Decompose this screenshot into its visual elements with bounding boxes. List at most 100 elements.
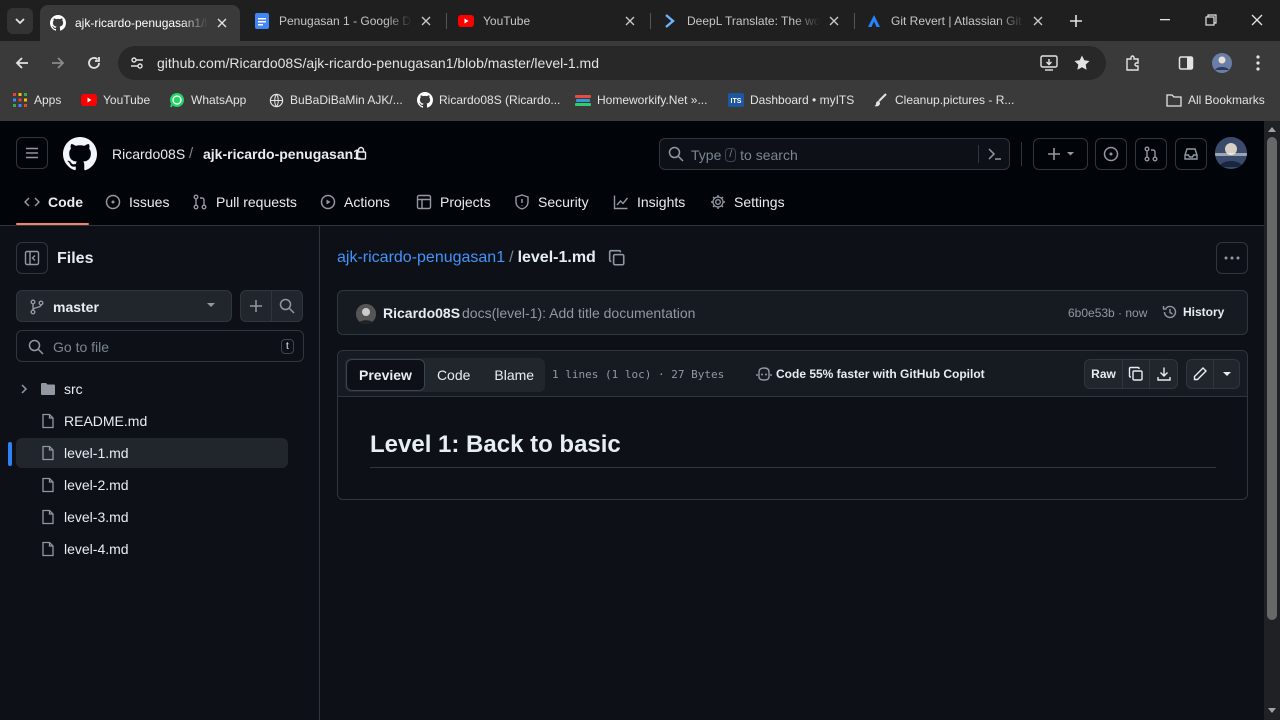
repo-owner-link[interactable]: Ricardo08S xyxy=(112,146,185,162)
forward-button[interactable] xyxy=(44,49,72,77)
address-bar[interactable]: github.com/Ricardo08S/ajk-ricardo-penuga… xyxy=(118,46,1106,80)
commit-author-avatar[interactable] xyxy=(356,304,376,324)
view-mode-tabs: Preview Code Blame xyxy=(346,359,546,391)
go-to-file-input[interactable]: Go to file t xyxy=(16,330,304,362)
scroll-up-arrow-icon[interactable] xyxy=(1268,126,1276,132)
all-bookmarks[interactable]: All Bookmarks xyxy=(1166,92,1265,108)
extensions-button[interactable] xyxy=(1119,49,1147,77)
commit-author[interactable]: Ricardo08S xyxy=(383,305,460,321)
repo-tab-code[interactable]: Code xyxy=(24,186,83,218)
search-input[interactable]: Type / to search xyxy=(659,138,1010,170)
tree-item-level-1[interactable]: level-1.md xyxy=(16,438,288,468)
sidebar-collapse-icon xyxy=(24,250,40,266)
raw-button[interactable]: Raw xyxy=(1085,360,1123,388)
bookmark-whatsapp[interactable]: WhatsApp xyxy=(169,92,246,108)
chevron-right-icon[interactable] xyxy=(16,381,32,397)
bookmark-label: WhatsApp xyxy=(191,93,247,107)
edit-options-dropdown[interactable] xyxy=(1214,360,1239,388)
tree-item-readme[interactable]: README.md xyxy=(16,406,288,436)
scrollbar-thumb[interactable] xyxy=(1267,137,1277,620)
pull-requests-button[interactable] xyxy=(1135,138,1167,170)
browser-menu-button[interactable] xyxy=(1244,49,1272,77)
edit-file-button[interactable] xyxy=(1187,360,1214,388)
tree-item-src[interactable]: src xyxy=(16,374,288,404)
commit-message[interactable]: docs(level-1): Add title documentation xyxy=(462,305,695,321)
copy-path-icon[interactable] xyxy=(608,249,626,267)
file-icon xyxy=(40,477,56,493)
browser-tab-youtube[interactable]: YouTube xyxy=(448,5,648,36)
bookmark-cleanup[interactable]: Cleanup.pictures - R... xyxy=(873,92,1014,108)
global-nav-menu-button[interactable] xyxy=(16,137,48,169)
repo-tab-pull-requests[interactable]: Pull requests xyxy=(192,186,297,218)
bookmark-apps[interactable]: Apps xyxy=(12,92,61,108)
header-divider xyxy=(1021,142,1022,166)
repo-name-link[interactable]: ajk-ricardo-penugasan1 xyxy=(203,146,361,162)
new-tab-button[interactable] xyxy=(1065,10,1087,32)
bookmark-myits[interactable]: ITS Dashboard • myITS xyxy=(728,92,854,108)
tab-title: Penugasan 1 - Google Dc xyxy=(279,13,412,28)
minimize-button[interactable] xyxy=(1143,0,1189,40)
tab-search-button[interactable] xyxy=(7,8,33,34)
preview-tab[interactable]: Preview xyxy=(346,359,425,391)
apps-grid-icon xyxy=(12,92,28,108)
history-button[interactable]: History xyxy=(1162,304,1224,320)
blame-tab[interactable]: Blame xyxy=(482,359,546,391)
brush-icon xyxy=(873,92,889,108)
browser-tab-deepl[interactable]: DeepL Translate: The wor xyxy=(652,5,852,36)
command-palette-icon[interactable] xyxy=(987,146,1003,162)
install-app-icon[interactable] xyxy=(1039,53,1059,73)
restore-button[interactable] xyxy=(1188,0,1234,40)
repo-tab-insights[interactable]: Insights xyxy=(613,186,685,218)
browser-tab-github[interactable]: ajk-ricardo-penugasan1/l xyxy=(40,5,240,41)
close-icon[interactable] xyxy=(622,13,638,29)
reload-button[interactable] xyxy=(80,49,108,77)
tree-item-level-4[interactable]: level-4.md xyxy=(16,534,288,564)
bookmark-star-icon[interactable] xyxy=(1072,53,1092,73)
commit-sha-time[interactable]: 6b0e53b · now xyxy=(1068,306,1147,320)
search-suffix: to search xyxy=(740,147,798,163)
bookmark-homeworkify[interactable]: Homeworkify.Net »... xyxy=(575,92,707,108)
repo-tab-issues[interactable]: Issues xyxy=(105,186,169,218)
search-divider xyxy=(978,145,979,163)
inbox-button[interactable] xyxy=(1175,138,1207,170)
tree-item-level-2[interactable]: level-2.md xyxy=(16,470,288,500)
repo-tab-projects[interactable]: Projects xyxy=(416,186,491,218)
repo-tab-settings[interactable]: Settings xyxy=(710,186,785,218)
breadcrumb-repo-link[interactable]: ajk-ricardo-penugasan1 xyxy=(337,249,505,266)
add-file-button[interactable] xyxy=(240,290,272,322)
copy-raw-button[interactable] xyxy=(1123,360,1150,388)
tree-item-level-3[interactable]: level-3.md xyxy=(16,502,288,532)
close-icon[interactable] xyxy=(826,13,842,29)
deepl-icon xyxy=(662,13,678,29)
profile-button[interactable] xyxy=(1208,49,1236,77)
more-options-button[interactable] xyxy=(1216,242,1248,274)
close-window-button[interactable] xyxy=(1234,0,1280,40)
repo-tab-security[interactable]: Security xyxy=(514,186,589,218)
close-icon[interactable] xyxy=(1030,13,1046,29)
close-icon[interactable] xyxy=(418,13,434,29)
bookmark-bubadibamin[interactable]: BuBaDiBaMin AJK/... xyxy=(268,92,403,108)
user-avatar[interactable] xyxy=(1215,137,1247,169)
branch-selector[interactable]: master xyxy=(16,290,232,322)
scroll-down-arrow-icon[interactable] xyxy=(1268,708,1276,714)
issues-button[interactable] xyxy=(1095,138,1127,170)
repo-tab-actions[interactable]: Actions xyxy=(320,186,390,218)
browser-tab-google-docs[interactable]: Penugasan 1 - Google Dc xyxy=(244,5,444,36)
code-tab[interactable]: Code xyxy=(425,359,482,391)
download-button[interactable] xyxy=(1150,360,1177,388)
copilot-promo-link[interactable]: Code 55% faster with GitHub Copilot xyxy=(756,366,985,382)
github-logo[interactable] xyxy=(63,137,97,171)
site-info-icon[interactable] xyxy=(128,54,146,72)
collapse-sidebar-button[interactable] xyxy=(16,242,48,274)
create-new-button[interactable] xyxy=(1033,138,1088,170)
bookmark-label: Ricardo08S (Ricardo... xyxy=(439,93,561,107)
browser-tab-atlassian[interactable]: Git Revert | Atlassian Git xyxy=(856,5,1056,36)
shield-icon xyxy=(514,194,530,210)
bookmark-youtube[interactable]: YouTube xyxy=(81,92,150,108)
side-panel-button[interactable] xyxy=(1172,49,1200,77)
search-files-button[interactable] xyxy=(271,290,303,322)
back-button[interactable] xyxy=(8,49,36,77)
close-icon[interactable] xyxy=(214,15,230,31)
svg-text:ITS: ITS xyxy=(731,98,742,105)
bookmark-github-profile[interactable]: Ricardo08S (Ricardo... xyxy=(417,92,560,108)
